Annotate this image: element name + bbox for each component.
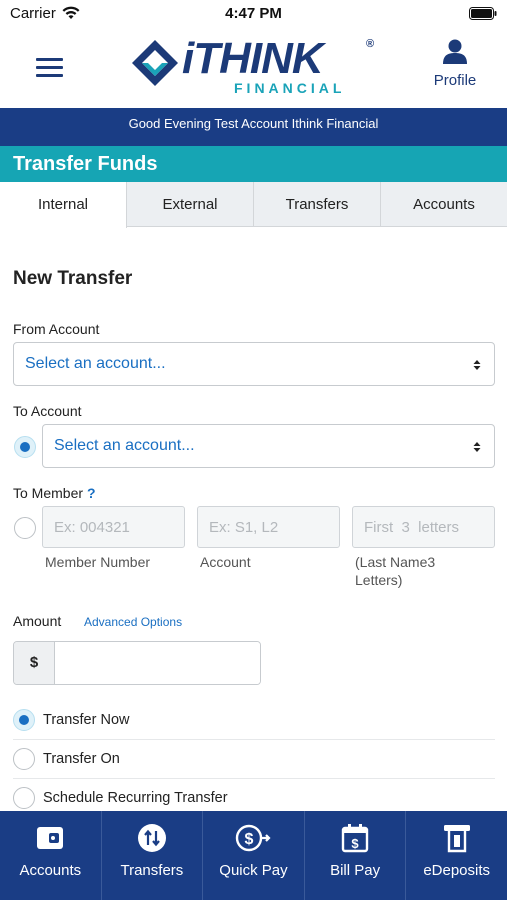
nav-transfers[interactable]: Transfers: [102, 811, 204, 900]
transfer-now-radio[interactable]: [13, 709, 35, 731]
hamburger-line: [36, 66, 63, 69]
from-account-select[interactable]: Select an account...: [13, 342, 495, 386]
last-name-hint-line2: Letters): [355, 572, 403, 588]
to-member-help-icon[interactable]: ?: [87, 485, 96, 501]
section-title: New Transfer: [13, 268, 133, 289]
amount-input[interactable]: [55, 642, 260, 684]
member-number-input[interactable]: [42, 506, 185, 548]
transfer-arrows-icon: [137, 824, 166, 852]
last-name-hint-line1: (Last Name3: [355, 554, 436, 570]
amount-field: $: [13, 641, 261, 685]
to-account-label: To Account: [13, 403, 82, 419]
svg-text:$: $: [245, 831, 254, 848]
transfer-now-label: Transfer Now: [43, 712, 130, 728]
tab-accounts[interactable]: Accounts: [381, 182, 507, 227]
nav-bill-pay-label: Bill Pay: [330, 862, 381, 879]
nav-edeposits-label: eDeposits: [423, 862, 491, 879]
tab-internal[interactable]: Internal: [0, 182, 127, 228]
nav-bill-pay[interactable]: $ Bill Pay: [305, 811, 407, 900]
check-deposit-icon: [443, 825, 470, 853]
currency-symbol: $: [14, 642, 55, 684]
nav-quick-pay-label: Quick Pay: [219, 862, 288, 879]
page-title: Transfer Funds: [0, 146, 507, 182]
recurring-transfer-radio[interactable]: [13, 787, 35, 809]
from-account-label: From Account: [13, 321, 100, 337]
profile-label: Profile: [433, 72, 477, 89]
svg-text:$: $: [351, 836, 359, 851]
member-account-hint: Account: [200, 554, 251, 570]
select-arrows-icon: [473, 442, 481, 452]
calendar-dollar-icon: $: [341, 824, 369, 853]
hamburger-line: [36, 74, 63, 77]
transfer-on-label: Transfer On: [43, 751, 120, 767]
nav-accounts[interactable]: Accounts: [0, 811, 102, 900]
dollar-send-icon: $: [236, 824, 272, 852]
tab-external[interactable]: External: [127, 182, 254, 227]
transfer-on-radio[interactable]: [13, 748, 35, 770]
nav-edeposits[interactable]: eDeposits: [406, 811, 507, 900]
amount-label: Amount: [13, 613, 62, 629]
to-account-radio[interactable]: [14, 436, 36, 458]
battery-icon: [469, 7, 497, 20]
ithink-financial-logo: iTHINK ® FINANCIAL: [130, 36, 380, 100]
advanced-options-link[interactable]: Advanced Options: [84, 615, 182, 629]
logo-subtext: FINANCIAL: [234, 80, 346, 96]
to-account-value: Select an account...: [54, 437, 195, 454]
to-member-label-text: To Member: [13, 485, 84, 501]
member-account-input[interactable]: [197, 506, 340, 548]
select-arrows-icon: [473, 360, 481, 370]
logo-wordmark: iTHINK: [182, 34, 324, 83]
transfer-tabs: Internal External Transfers Accounts: [0, 182, 507, 228]
transfer-on-option[interactable]: Transfer On: [13, 740, 495, 779]
last-name-letters-input[interactable]: [352, 506, 495, 548]
to-member-label: To Member?: [13, 485, 96, 501]
app-header: iTHINK ® FINANCIAL Profile: [0, 28, 507, 108]
person-icon: [443, 39, 467, 64]
recurring-transfer-label: Schedule Recurring Transfer: [43, 790, 228, 806]
profile-button[interactable]: Profile: [424, 38, 486, 98]
transfer-now-option[interactable]: Transfer Now: [13, 701, 495, 740]
logo-registered-mark: ®: [366, 38, 375, 50]
logo-diamond-icon: [132, 40, 178, 86]
nav-quick-pay[interactable]: $ Quick Pay: [203, 811, 305, 900]
clock: 4:47 PM: [225, 5, 282, 22]
wallet-icon: [37, 827, 64, 849]
from-account-value: Select an account...: [25, 355, 166, 372]
to-member-radio[interactable]: [14, 517, 36, 539]
hamburger-line: [36, 58, 63, 61]
tab-transfers[interactable]: Transfers: [254, 182, 381, 227]
status-bar: Carrier 4:47 PM: [0, 0, 507, 28]
member-number-hint: Member Number: [45, 554, 151, 570]
greeting-banner: Good Evening Test Account Ithink Financi…: [0, 108, 507, 146]
nav-accounts-label: Accounts: [19, 862, 82, 879]
bottom-nav: Accounts Transfers $ Quick Pay $ Bill Pa…: [0, 811, 507, 900]
last-name-hint: (Last Name3 Letters): [355, 553, 435, 589]
nav-transfers-label: Transfers: [120, 862, 184, 879]
menu-button[interactable]: [36, 58, 63, 78]
to-account-select[interactable]: Select an account...: [42, 424, 495, 468]
